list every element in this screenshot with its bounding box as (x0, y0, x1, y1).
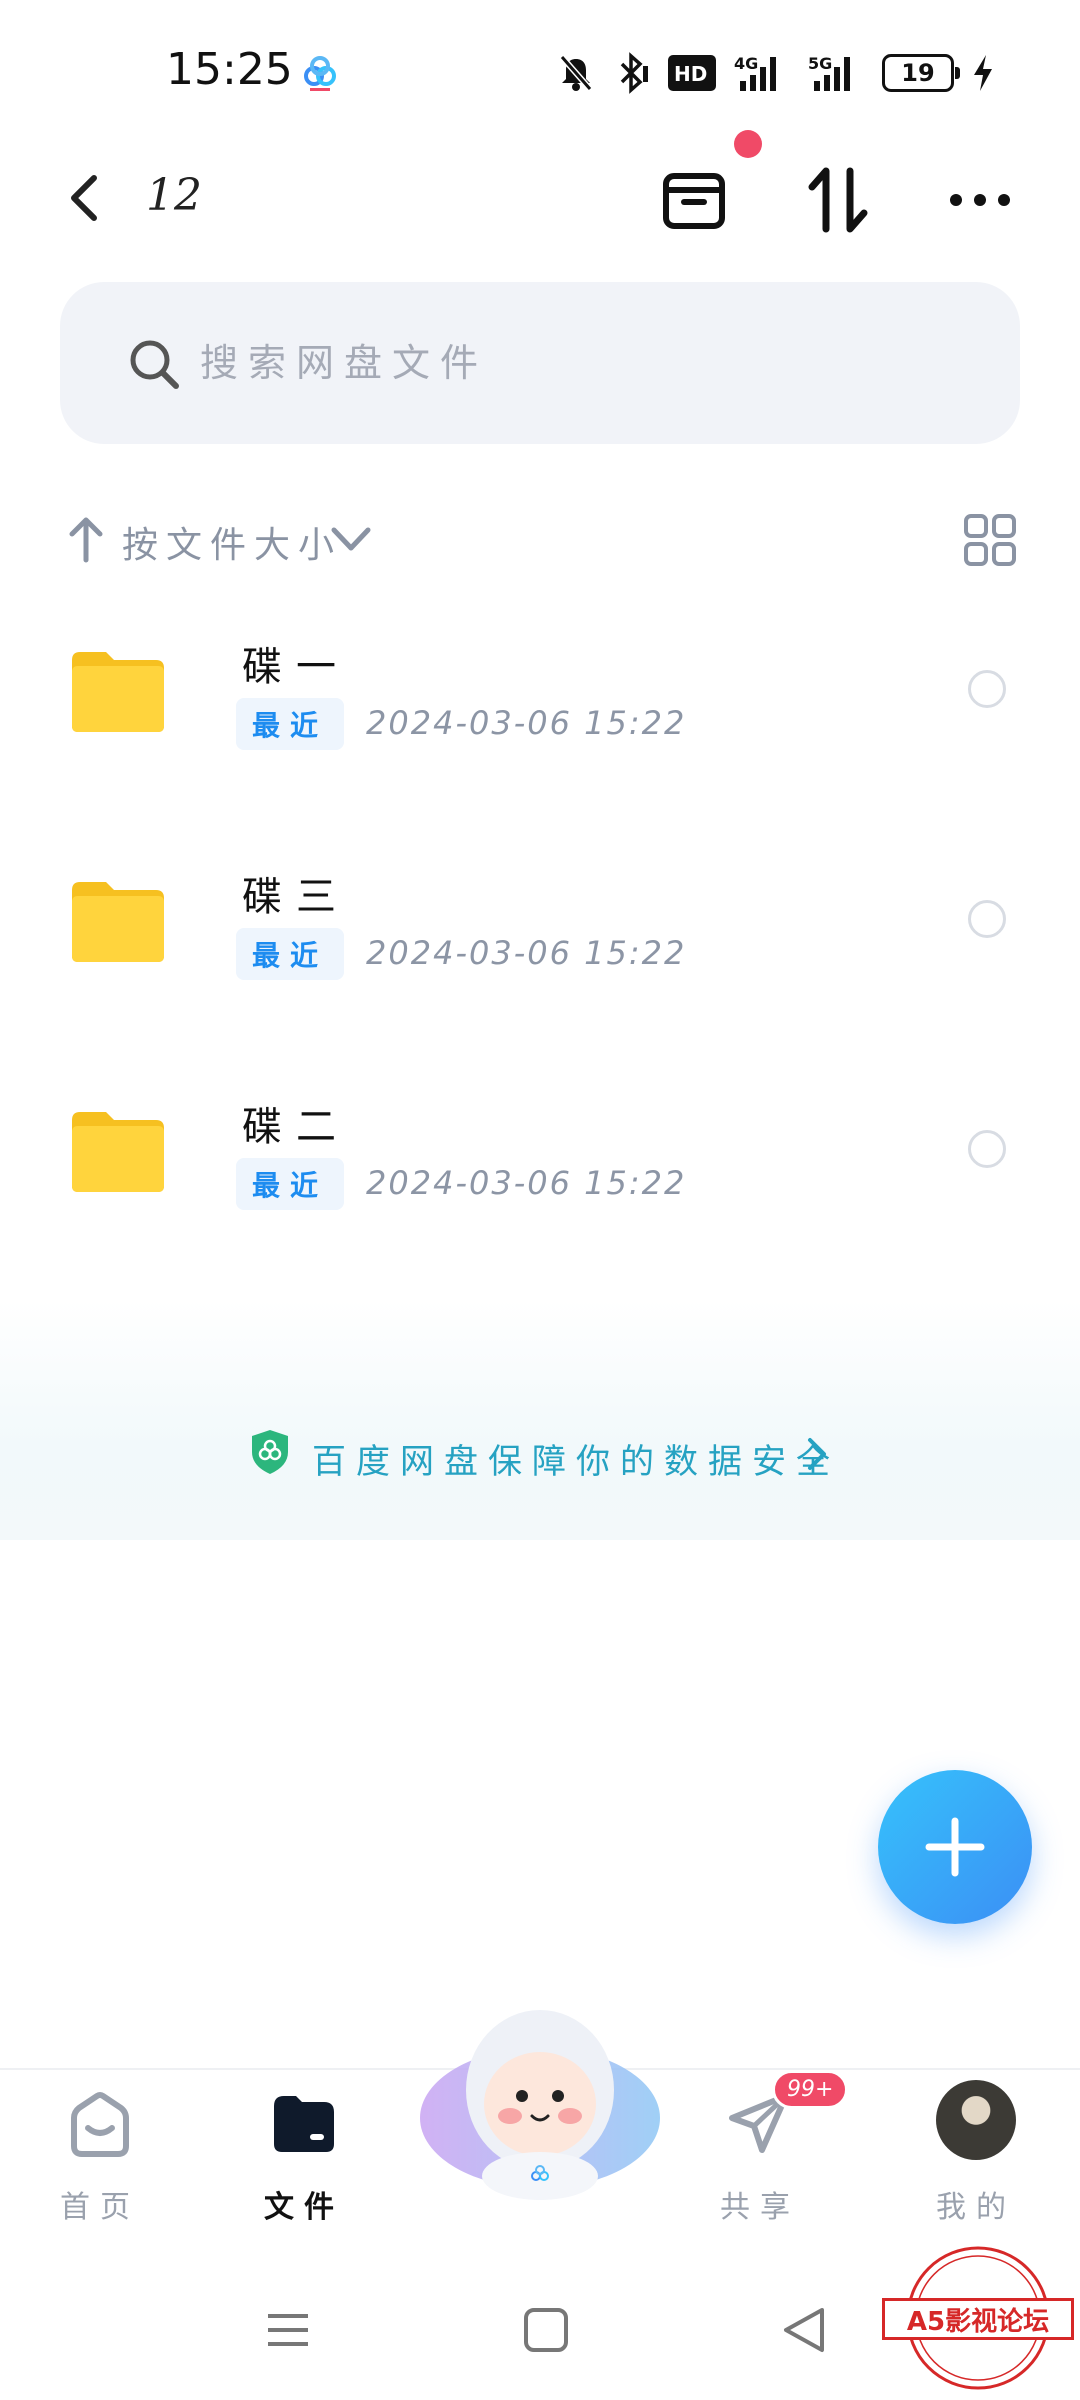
file-date: 2024-03-06 15:22 (366, 704, 687, 742)
folder-title: 12 (146, 170, 202, 221)
avatar-icon (936, 2080, 1016, 2160)
status-time: 15:25 (166, 44, 293, 95)
status-indicators: HD 4G 5G 19 (556, 48, 994, 98)
top-bar: 12 (0, 150, 1080, 250)
nav-item-home[interactable]: 首页 (10, 2070, 190, 2230)
arrow-up-icon[interactable] (66, 514, 106, 564)
baidu-netdisk-icon (304, 56, 336, 91)
file-list: 碟一 最近 2024-03-06 15:22 碟三 最近 2024-03-06 … (0, 600, 1080, 1290)
5g-label: 5G (808, 54, 832, 73)
security-banner[interactable]: 百度网盘保障你的数据安全 (0, 1300, 1080, 1540)
share-badge: 99+ (772, 2070, 849, 2109)
file-name: 碟二 (242, 1104, 350, 1150)
mute-bell-icon (559, 55, 593, 91)
nav-label-home: 首页 (60, 2190, 140, 2225)
nav-item-files[interactable]: 文件 (214, 2070, 394, 2230)
plus-icon (925, 1817, 985, 1877)
search-placeholder: 搜索网盘文件 (200, 341, 489, 385)
file-row[interactable]: 碟三 最近 2024-03-06 15:22 (0, 830, 1080, 1060)
charging-icon (974, 55, 992, 91)
file-date: 2024-03-06 15:22 (366, 934, 687, 972)
recent-badge: 最近 (236, 928, 344, 980)
recent-badge: 最近 (236, 1158, 344, 1210)
more-icon (950, 194, 1010, 206)
file-name: 碟一 (242, 644, 350, 690)
menu-icon[interactable] (258, 2300, 318, 2360)
file-date: 2024-03-06 15:22 (366, 1164, 687, 1202)
search-input[interactable]: 搜索网盘文件 (60, 282, 1020, 444)
mascot-icon[interactable] (418, 2000, 662, 2200)
select-radio[interactable] (968, 670, 1006, 708)
hd-icon: HD (668, 55, 716, 91)
battery-indicator: 19 (882, 54, 960, 92)
home-icon (71, 2092, 129, 2157)
back-triangle-icon[interactable] (774, 2300, 834, 2360)
file-name: 碟三 (242, 874, 350, 920)
bluetooth-icon (620, 52, 648, 94)
file-row[interactable]: 碟二 最近 2024-03-06 15:22 (0, 1060, 1080, 1290)
more-button[interactable] (940, 160, 1020, 240)
nav-label-mine: 我的 (936, 2190, 1016, 2225)
recent-badge: 最近 (236, 698, 344, 750)
recycle-box-button[interactable] (654, 160, 734, 240)
back-icon[interactable] (56, 168, 116, 228)
home-square-icon[interactable] (516, 2300, 576, 2360)
status-bar: 15:25 HD 4G 5G 19 (0, 0, 1080, 140)
nav-label-share: 共享 (720, 2190, 800, 2225)
nav-item-share[interactable]: 99+ 共享 (670, 2070, 850, 2230)
sort-label[interactable]: 按文件大小 (122, 516, 342, 568)
5g-signal-icon: 5G (808, 54, 850, 91)
folder-icon (72, 652, 164, 732)
search-icon (130, 340, 179, 389)
sort-button[interactable] (798, 160, 878, 240)
4g-signal-icon: 4G (734, 54, 776, 91)
add-button[interactable] (878, 1770, 1032, 1924)
watermark-stamp: A5影视论坛 (878, 2236, 1078, 2396)
file-row[interactable]: 碟一 最近 2024-03-06 15:22 (0, 600, 1080, 830)
shield-icon (252, 1430, 288, 1474)
select-radio[interactable] (968, 900, 1006, 938)
select-radio[interactable] (968, 1130, 1006, 1168)
folder-icon (72, 1112, 164, 1192)
sort-icon (808, 167, 868, 233)
sort-bar: 按文件大小 (60, 500, 1020, 580)
watermark-text: A5影视论坛 (882, 2298, 1074, 2340)
nav-label-files: 文件 (264, 2190, 344, 2225)
grid-view-icon[interactable] (960, 510, 1020, 570)
folder-icon (72, 882, 164, 962)
chevron-right-icon (808, 1438, 826, 1470)
recycle-box-icon (663, 173, 725, 229)
chevron-down-icon[interactable] (328, 524, 374, 556)
nav-item-mine[interactable]: 我的 (886, 2070, 1066, 2230)
screen: 15:25 HD 4G 5G 19 12 搜索网盘文件 按文件大小 碟一 最近 … (0, 0, 1080, 2400)
hd-label: HD (674, 62, 707, 86)
security-text: 百度网盘保障你的数据安全 (312, 1442, 840, 1482)
notification-dot (734, 130, 762, 158)
folder-icon (274, 2096, 334, 2152)
4g-label: 4G (734, 54, 758, 73)
